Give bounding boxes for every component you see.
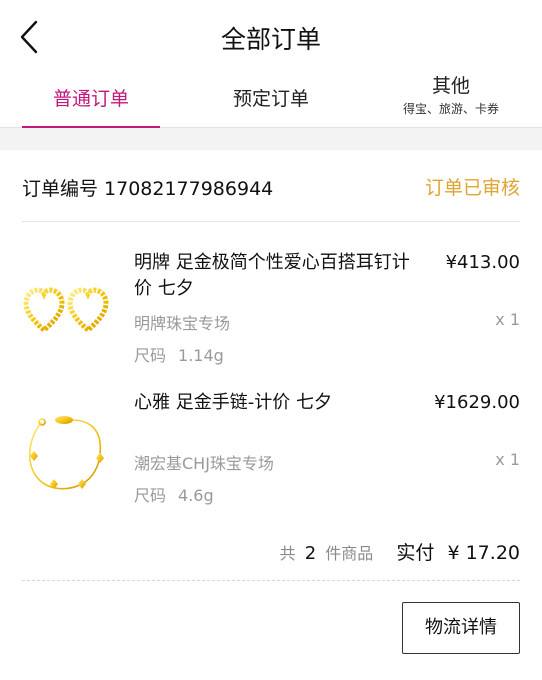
tab-label: 预定订单 [232,88,309,110]
active-tab-indicator [22,126,160,128]
logistics-details-button[interactable]: 物流详情 [402,602,520,654]
bracelet-icon [22,398,112,490]
shop-name[interactable]: 潮宏基CHJ珠宝专场 [134,450,274,474]
status-badge: 订单已审核 [424,177,520,199]
item-quantity: x 1 [495,450,520,469]
order-item[interactable]: 明牌 足金极简个性爱心百搭耳钉计价 七夕 ¥413.00 明牌珠宝专场 x 1 … [0,250,542,390]
item-name[interactable]: 心雅 足金手链-计价 七夕 [134,390,414,416]
order-number: 订单编号 17082177986944 [22,174,273,201]
item-quantity: x 1 [495,310,520,329]
item-name[interactable]: 明牌 足金极简个性爱心百搭耳钉计价 七夕 [134,250,414,302]
shop-name[interactable]: 明牌珠宝专场 [134,310,230,334]
item-spec: 尺码 1.14g [134,342,224,366]
order-header: 订单编号 17082177986944 订单已审核 [22,150,520,222]
order-summary: 共 2 件商品 实付 ¥ 17.20 [280,538,520,565]
order-type-tabs: 普通订单 预定订单 其他 得宝、旅游、卡券 [0,70,542,128]
tab-label: 其他 [431,75,470,97]
heart-earrings-icon [22,270,112,360]
spec-label: 尺码 [134,486,167,505]
tab-others[interactable]: 其他 得宝、旅游、卡券 [384,70,518,128]
nav-bar: 全部订单 [0,0,542,70]
item-spec: 尺码 4.6g [134,482,214,506]
tab-preorders[interactable]: 预定订单 [200,70,342,128]
order-number-value: 17082177986944 [104,178,274,200]
spec-value: 1.14g [178,346,224,365]
order-number-label: 订单编号 [22,178,99,200]
order-item[interactable]: 心雅 足金手链-计价 七夕 ¥1629.00 潮宏基CHJ珠宝专场 x 1 尺码… [0,390,542,530]
tab-label: 普通订单 [52,88,129,110]
item-count: 2 [304,543,317,564]
page-title: 全部订单 [220,25,321,54]
divider [22,580,520,581]
item-price: ¥1629.00 [434,392,520,413]
summary-prefix: 共 [279,544,296,563]
order-card[interactable]: 订单编号 17082177986944 订单已审核 明牌 足金极简个性爱心百搭耳钉… [0,150,542,680]
paid-label: 实付 [396,542,435,564]
paid-amount: ¥ 17.20 [447,542,520,564]
item-price: ¥413.00 [445,252,520,273]
tab-sublabel: 得宝、旅游、卡券 [402,102,499,116]
tab-regular-orders[interactable]: 普通订单 [22,70,160,128]
spec-value: 4.6g [178,486,214,505]
spec-label: 尺码 [134,346,167,365]
summary-suffix: 件商品 [325,544,374,563]
